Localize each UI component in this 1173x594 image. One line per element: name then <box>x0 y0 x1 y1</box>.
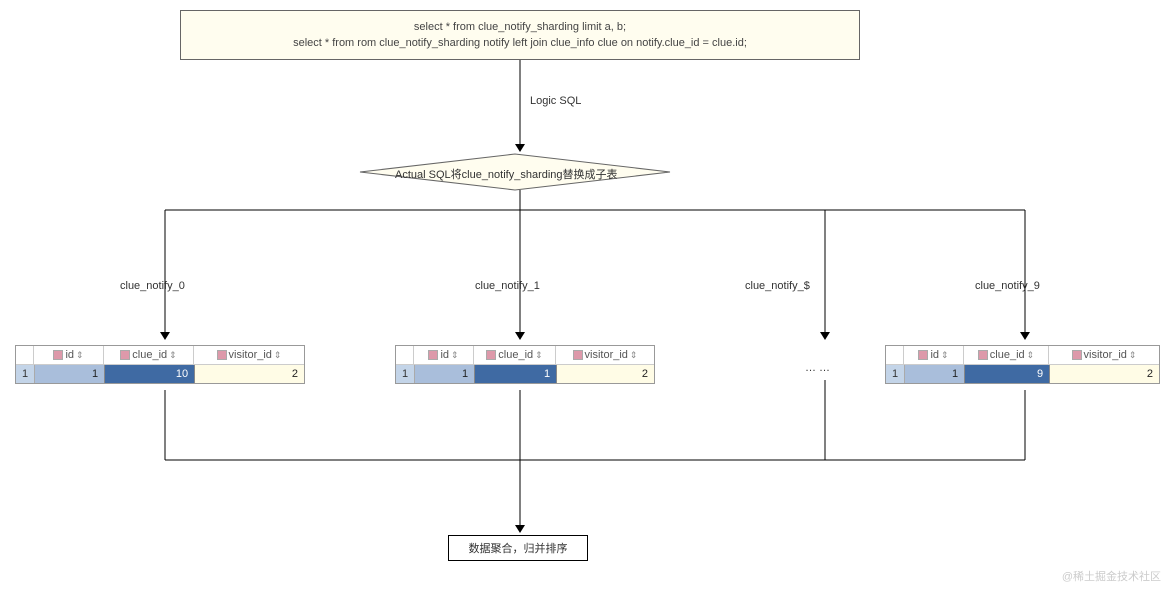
column-icon <box>53 350 63 360</box>
col-id: id <box>65 349 74 361</box>
sql-line-2: select * from rom clue_notify_sharding n… <box>293 35 747 52</box>
cell-visitor-id: 2 <box>557 365 654 383</box>
sql-line-1: select * from clue_notify_sharding limit… <box>414 19 626 36</box>
column-icon <box>918 350 928 360</box>
cell-visitor-id: 2 <box>195 365 304 383</box>
table-header: id⇕ clue_id⇕ visitor_id⇕ <box>886 346 1159 365</box>
branch-label-dollar: clue_notify_$ <box>745 280 810 292</box>
sort-icon: ⇕ <box>1027 350 1035 361</box>
cell-clue-id: 1 <box>475 365 557 383</box>
table-row: 1 1 9 2 <box>886 365 1159 383</box>
table-clue-notify-0: id⇕ clue_id⇕ visitor_id⇕ 1 1 10 2 <box>15 345 305 384</box>
sort-icon: ⇕ <box>630 350 638 361</box>
col-visitor-id: visitor_id <box>1084 349 1127 361</box>
cell-id: 1 <box>35 365 105 383</box>
table-clue-notify-1: id⇕ clue_id⇕ visitor_id⇕ 1 1 1 2 <box>395 345 655 384</box>
table-header: id⇕ clue_id⇕ visitor_id⇕ <box>396 346 654 365</box>
ellipsis: … … <box>805 362 830 374</box>
rownum: 1 <box>396 365 415 383</box>
rownum: 1 <box>16 365 35 383</box>
sort-icon: ⇕ <box>274 350 282 361</box>
sort-icon: ⇕ <box>535 350 543 361</box>
watermark: @稀土掘金技术社区 <box>1062 568 1161 584</box>
cell-id: 1 <box>415 365 475 383</box>
column-icon <box>486 350 496 360</box>
branch-label-9: clue_notify_9 <box>975 280 1040 292</box>
cell-clue-id: 10 <box>105 365 195 383</box>
cell-id: 1 <box>905 365 965 383</box>
column-icon <box>573 350 583 360</box>
table-row: 1 1 10 2 <box>16 365 304 383</box>
sql-source-box: select * from clue_notify_sharding limit… <box>180 10 860 60</box>
column-icon <box>978 350 988 360</box>
column-icon <box>120 350 130 360</box>
cell-clue-id: 9 <box>965 365 1050 383</box>
col-id: id <box>440 349 449 361</box>
col-clue-id: clue_id <box>132 349 167 361</box>
col-id: id <box>930 349 939 361</box>
sort-icon: ⇕ <box>76 350 84 361</box>
final-aggregate-box: 数据聚合，归并排序 <box>448 535 588 561</box>
cell-visitor-id: 2 <box>1050 365 1159 383</box>
sort-icon: ⇕ <box>451 350 459 361</box>
col-clue-id: clue_id <box>498 349 533 361</box>
table-clue-notify-9: id⇕ clue_id⇕ visitor_id⇕ 1 1 9 2 <box>885 345 1160 384</box>
col-clue-id: clue_id <box>990 349 1025 361</box>
table-header: id⇕ clue_id⇕ visitor_id⇕ <box>16 346 304 365</box>
diamond-label: Actual SQL将clue_notify_sharding替换成子表 <box>395 166 618 182</box>
sort-icon: ⇕ <box>169 350 177 361</box>
column-icon <box>1072 350 1082 360</box>
logic-sql-label: Logic SQL <box>530 95 581 107</box>
rownum: 1 <box>886 365 905 383</box>
column-icon <box>428 350 438 360</box>
col-visitor-id: visitor_id <box>585 349 628 361</box>
sort-icon: ⇕ <box>1129 350 1137 361</box>
branch-label-0: clue_notify_0 <box>120 280 185 292</box>
flow-lines <box>0 0 1173 594</box>
branch-label-1: clue_notify_1 <box>475 280 540 292</box>
table-row: 1 1 1 2 <box>396 365 654 383</box>
column-icon <box>217 350 227 360</box>
sort-icon: ⇕ <box>941 350 949 361</box>
col-visitor-id: visitor_id <box>229 349 272 361</box>
